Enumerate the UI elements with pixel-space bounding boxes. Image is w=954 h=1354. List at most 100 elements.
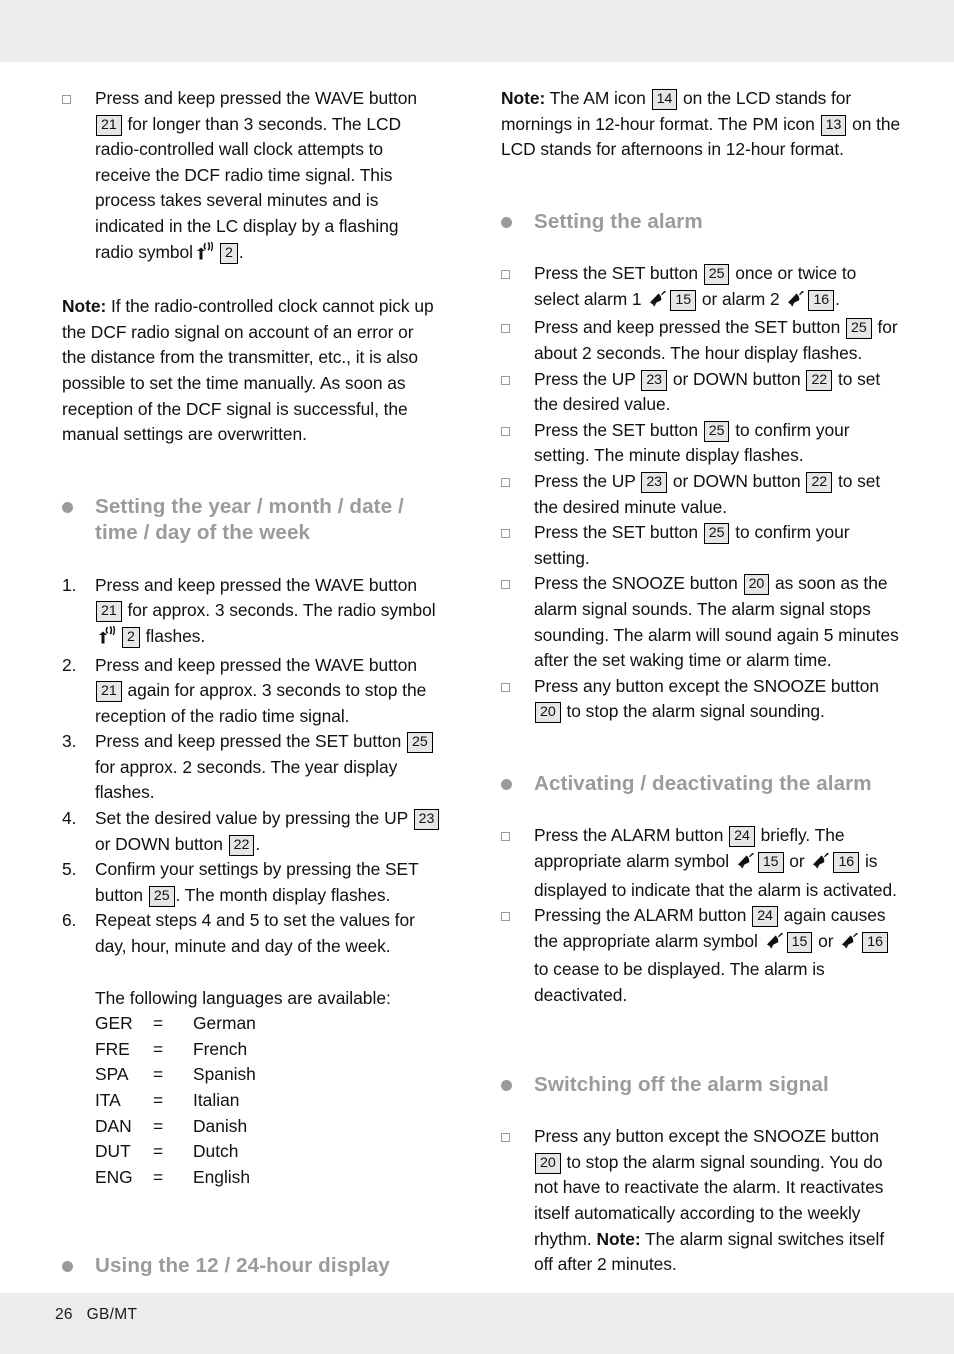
step-number: 5. xyxy=(62,859,77,880)
language-name: Italian xyxy=(193,1090,240,1110)
list-item: Press the UP 23 or DOWN button 22 to set… xyxy=(501,469,906,520)
ref-box-16: 16 xyxy=(833,852,860,874)
language-code: ENG xyxy=(95,1166,133,1187)
list-item: Press any button except the SNOOZE butto… xyxy=(501,1124,906,1278)
bullet-dot-icon xyxy=(501,778,512,790)
note-label: Note: xyxy=(62,296,107,317)
list-item-text: Press and keep pressed the WAVE button 2… xyxy=(95,653,441,730)
ref-box-22: 22 xyxy=(806,369,833,391)
ref-box-24: 24 xyxy=(752,906,778,928)
square-bullet-icon xyxy=(501,580,510,590)
note-am-pm: Note: The AM icon 14 on the LCD stands f… xyxy=(501,86,906,163)
list-item: Press the SET button 25 to confirm your … xyxy=(501,520,906,571)
ref-box-16: 16 xyxy=(862,931,888,953)
ref-box-24: 24 xyxy=(729,826,755,848)
heading-text: Setting the year / month / date / time /… xyxy=(95,494,404,545)
square-bullet-icon xyxy=(62,95,71,104)
text-fragment: for approx. 3 seconds. The radio symbol xyxy=(127,600,436,621)
heading-12-24-hour-display: Using the 12 / 24-hour display xyxy=(62,1253,441,1280)
ref-box-20: 20 xyxy=(535,1152,561,1174)
ref-box-23: 23 xyxy=(641,369,668,391)
language-name: Dutch xyxy=(193,1141,239,1162)
list-item-text: Press the ALARM button 24 briefly. The a… xyxy=(534,823,906,903)
table-row: SPA = Spanish xyxy=(95,1062,256,1088)
equals-sign: = xyxy=(153,1090,164,1110)
language-code: GER xyxy=(95,1013,133,1034)
ref-box-20: 20 xyxy=(535,702,561,724)
ref-box-20: 20 xyxy=(743,574,770,596)
equals-sign: = xyxy=(153,1013,164,1034)
document-page: Press and keep pressed the WAVE button 2… xyxy=(0,0,954,1354)
list-item: Press the ALARM button 24 briefly. The a… xyxy=(501,823,906,903)
equals-sign: = xyxy=(153,1064,164,1085)
ref-box-23: 23 xyxy=(413,809,440,831)
text-fragment: Press the ALARM button xyxy=(534,825,724,846)
language-name: Danish xyxy=(193,1115,248,1136)
ref-box-22: 22 xyxy=(806,472,833,494)
two-column-layout: Press and keep pressed the WAVE button 2… xyxy=(0,62,954,1354)
square-bullet-icon xyxy=(501,478,510,488)
step-number: 2. xyxy=(62,654,77,675)
list-item: 5. Confirm your settings by pressing the… xyxy=(62,857,441,908)
ref-box-21: 21 xyxy=(96,681,122,703)
text-fragment: Repeat steps 4 and 5 to set the values f… xyxy=(95,910,415,957)
ref-box-25: 25 xyxy=(703,523,730,545)
equals-sign: = xyxy=(153,1038,164,1059)
text-fragment: . xyxy=(238,241,244,262)
list-item-text: Press and keep pressed the SET button 25… xyxy=(534,315,906,366)
languages-intro: The following languages are available: xyxy=(95,987,391,1008)
list-item: Press the UP 23 or DOWN button 22 to set… xyxy=(501,367,906,418)
equals-sign: = xyxy=(153,1166,164,1187)
table-row: GER = German xyxy=(95,1011,256,1037)
text-fragment: Press and keep pressed the WAVE button xyxy=(95,574,417,595)
text-fragment: for longer than 3 seconds. The LCD radio… xyxy=(95,113,401,262)
activating-alarm-list: Press the ALARM button 24 briefly. The a… xyxy=(501,823,906,1008)
text-fragment: or alarm 2 xyxy=(701,288,780,309)
text-fragment: Press and keep pressed the WAVE button xyxy=(95,88,417,108)
table-row: DAN = Danish xyxy=(95,1114,256,1140)
text-fragment: Press the SET button xyxy=(534,419,698,440)
text-fragment: Set the desired value by pressing the UP xyxy=(95,808,408,829)
list-item-text: Press the SET button 25 to confirm your … xyxy=(534,418,906,469)
heading-text: Using the 12 / 24-hour display xyxy=(95,1254,390,1278)
list-item: Press the SET button 25 to confirm your … xyxy=(501,418,906,469)
list-item: Press and keep pressed the SET button 25… xyxy=(501,315,906,366)
text-fragment: . The month display flashes. xyxy=(175,884,391,905)
list-item: 2. Press and keep pressed the WAVE butto… xyxy=(62,653,441,730)
language-code: DAN xyxy=(95,1115,132,1136)
table-row: ITA = Italian xyxy=(95,1088,256,1114)
alarm-bell-icon xyxy=(840,932,859,958)
heading-activating-deactivating-alarm: Activating / deactivating the alarm xyxy=(501,771,906,798)
step-number: 1. xyxy=(62,574,77,595)
text-fragment: for approx. 2 seconds. The year display … xyxy=(95,756,398,803)
heading-text: Setting the alarm xyxy=(534,209,703,233)
text-fragment: Press and keep pressed the SET button xyxy=(534,317,841,338)
text-fragment: . xyxy=(255,833,261,854)
ref-box-21: 21 xyxy=(96,601,122,623)
list-item-text: Press the SNOOZE button 20 as soon as th… xyxy=(534,571,906,673)
text-fragment: or DOWN button xyxy=(672,368,801,389)
text-fragment: Press any button except the SNOOZE butto… xyxy=(534,1126,879,1147)
square-bullet-icon xyxy=(501,529,510,539)
ref-box-14: 14 xyxy=(651,89,678,110)
language-code: DUT xyxy=(95,1141,131,1162)
step-number: 6. xyxy=(62,910,77,931)
text-fragment: The AM icon xyxy=(545,88,646,108)
list-item-text: Press and keep pressed the SET button 25… xyxy=(95,729,441,806)
alarm-bell-icon xyxy=(736,852,755,878)
square-bullet-icon xyxy=(501,375,510,385)
text-fragment: Press the UP xyxy=(534,471,636,492)
note-label: Note: xyxy=(501,88,546,108)
radio-wave-icon xyxy=(97,625,119,653)
bullet-dot-icon xyxy=(501,1079,512,1091)
equals-sign: = xyxy=(153,1115,164,1136)
list-item-text: Press and keep pressed the WAVE button 2… xyxy=(95,573,441,653)
wave-reception-list: Press and keep pressed the WAVE button 2… xyxy=(62,86,441,268)
heading-setting-date-time: Setting the year / month / date / time /… xyxy=(62,494,441,547)
